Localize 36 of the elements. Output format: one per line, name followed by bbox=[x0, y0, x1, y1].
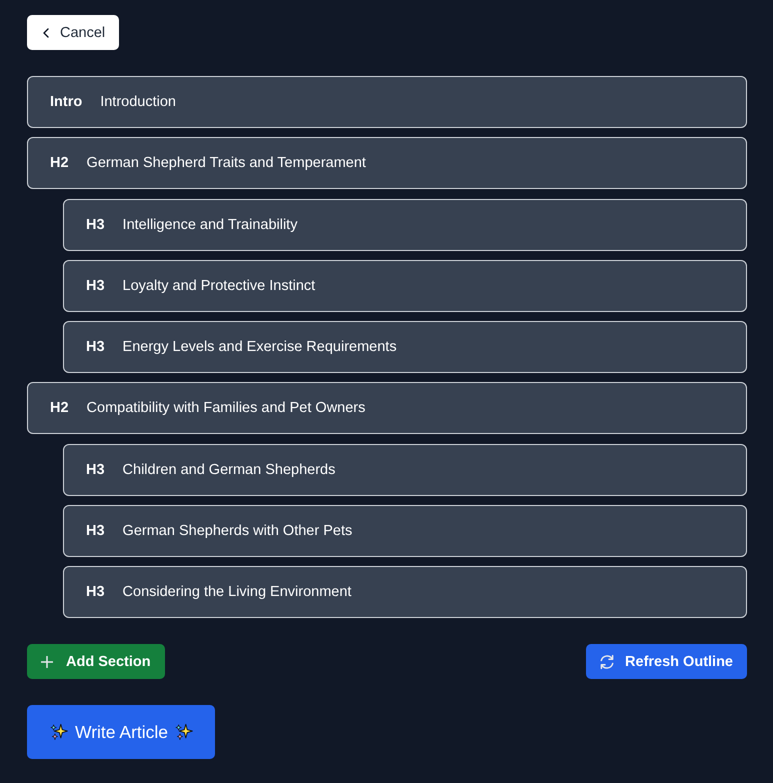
section-title: Introduction bbox=[100, 94, 176, 110]
heading-tag: H3 bbox=[86, 584, 105, 600]
add-section-button[interactable]: Add Section bbox=[27, 644, 165, 680]
section-title: Loyalty and Protective Instinct bbox=[122, 278, 316, 294]
section-title: Energy Levels and Exercise Requirements bbox=[122, 339, 397, 356]
heading-tag: H3 bbox=[86, 216, 105, 233]
section-title: Compatibility with Families and Pet Owners bbox=[86, 400, 366, 416]
heading-tag: H2 bbox=[50, 400, 69, 416]
refresh-icon bbox=[599, 654, 616, 670]
outline-item[interactable]: H3 Considering the Living Environment bbox=[63, 566, 747, 618]
outline-item[interactable]: Intro Introduction bbox=[27, 76, 747, 128]
section-title: Intelligence and Trainability bbox=[122, 216, 298, 233]
outline-item[interactable]: H3 Loyalty and Protective Instinct bbox=[63, 260, 747, 312]
section-title: Children and German Shepherds bbox=[122, 462, 336, 478]
sparkle-icon bbox=[175, 723, 194, 742]
outline-item[interactable]: H2 German Shepherd Traits and Temperament bbox=[27, 137, 747, 190]
write-article-button[interactable]: Write Article bbox=[27, 705, 216, 760]
sparkle-icon bbox=[50, 723, 68, 742]
cancel-button[interactable]: Cancel bbox=[27, 15, 120, 50]
outline-item[interactable]: H3 Energy Levels and Exercise Requirements bbox=[63, 321, 747, 374]
refresh-outline-button[interactable]: Refresh Outline bbox=[586, 644, 747, 680]
outline-item[interactable]: H2 Compatibility with Families and Pet Owners bbox=[27, 382, 747, 434]
heading-tag: H3 bbox=[86, 278, 105, 294]
heading-tag: H3 bbox=[86, 339, 105, 356]
plus-icon bbox=[41, 656, 53, 668]
heading-tag: H3 bbox=[86, 462, 105, 478]
section-title: German Shepherds with Other Pets bbox=[122, 523, 352, 540]
outline-item[interactable]: H3 Children and German Shepherds bbox=[63, 444, 747, 496]
outline-item[interactable]: H3 German Shepherds with Other Pets bbox=[63, 505, 747, 558]
section-title: Considering the Living Environment bbox=[122, 584, 352, 600]
outline-item[interactable]: H3 Intelligence and Trainability bbox=[63, 198, 747, 251]
heading-tag: Intro bbox=[50, 94, 82, 110]
heading-tag: H3 bbox=[86, 523, 105, 540]
section-title: German Shepherd Traits and Temperament bbox=[86, 155, 366, 172]
chevron-left-icon bbox=[43, 28, 49, 38]
heading-tag: H2 bbox=[50, 155, 69, 172]
